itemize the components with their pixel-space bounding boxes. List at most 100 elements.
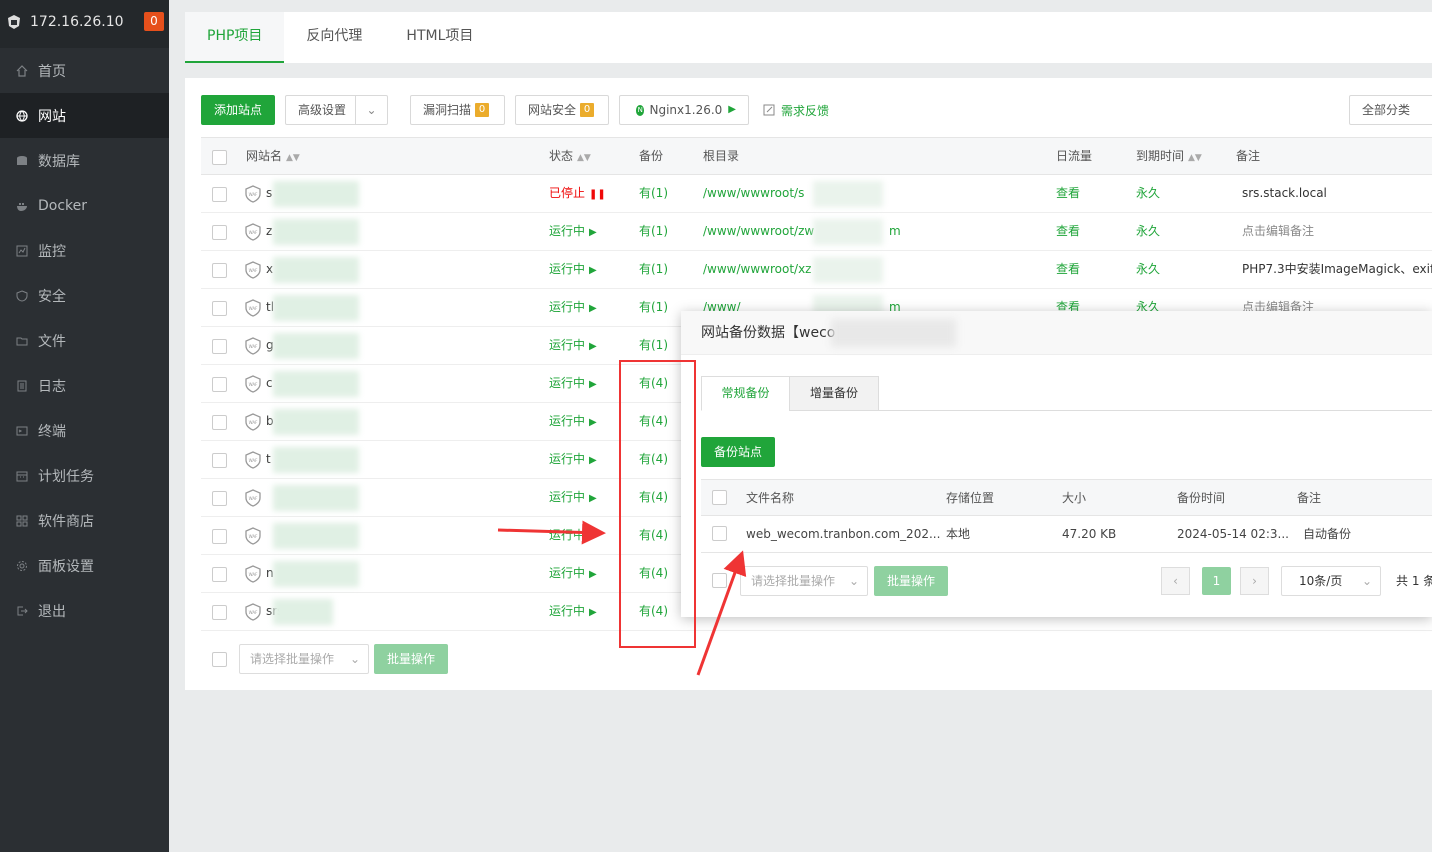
site-traffic[interactable]: 查看 <box>1056 251 1080 289</box>
row-checkbox[interactable] <box>212 415 227 430</box>
pager-prev-button[interactable]: ‹ <box>1161 567 1190 595</box>
waf-shield-icon[interactable]: WAF <box>245 261 261 279</box>
row-checkbox[interactable] <box>212 529 227 544</box>
site-traffic[interactable]: 查看 <box>1056 175 1080 213</box>
advanced-settings-button[interactable]: 高级设置 ⌄ <box>285 95 388 125</box>
site-name[interactable]: s <box>266 175 272 213</box>
site-backup[interactable]: 有(1) <box>639 251 668 289</box>
site-root[interactable]: /www/wwwroot/s <box>703 175 804 213</box>
site-status[interactable]: 运行中 ▶ <box>549 555 597 593</box>
pager-next-button[interactable]: › <box>1240 567 1269 595</box>
sidebar-item-gear[interactable]: 面板设置 <box>0 543 169 588</box>
row-checkbox[interactable] <box>212 567 227 582</box>
bulk-action-select[interactable]: 请选择批量操作 ⌄ <box>239 644 369 674</box>
sidebar-item-logout[interactable]: 退出 <box>0 588 169 633</box>
waf-shield-icon[interactable]: WAF <box>245 489 261 507</box>
feedback-link[interactable]: 需求反馈 <box>763 95 829 125</box>
site-name[interactable]: t <box>266 441 271 479</box>
site-expire[interactable]: 永久 <box>1136 251 1160 289</box>
site-remark[interactable]: PHP7.3中安装ImageMagick、exif <box>1242 251 1432 289</box>
site-status[interactable]: 运行中 ▶ <box>549 327 597 365</box>
waf-shield-icon[interactable]: WAF <box>245 185 261 203</box>
add-site-button[interactable]: 添加站点 <box>201 95 275 125</box>
tab-reverse-proxy[interactable]: 反向代理 <box>284 12 384 63</box>
per-page-select[interactable]: 10条/页 ⌄ <box>1281 566 1381 596</box>
site-name[interactable]: c <box>266 365 273 403</box>
backup-row-checkbox[interactable] <box>712 526 727 541</box>
nginx-version-button[interactable]: N Nginx1.26.0 ▶ <box>619 95 749 125</box>
col-name[interactable]: 网站名 ▲▼ <box>246 138 300 176</box>
backup-filename[interactable]: web_wecom.tranbon.com_202... <box>746 516 940 552</box>
site-expire[interactable]: 永久 <box>1136 175 1160 213</box>
site-backup[interactable]: 有(1) <box>639 213 668 251</box>
backup-site-button[interactable]: 备份站点 <box>701 437 776 467</box>
site-remark[interactable]: 点击编辑备注 <box>1242 213 1432 251</box>
sidebar-item-grid[interactable]: 软件商店 <box>0 498 169 543</box>
tab-regular-backup[interactable]: 常规备份 <box>701 376 790 411</box>
row-checkbox[interactable] <box>212 491 227 506</box>
site-status[interactable]: 运行中 ▶ <box>549 441 597 479</box>
site-status[interactable]: 运行中 ▶ <box>549 213 597 251</box>
site-status[interactable]: 已停止 ❚❚ <box>549 175 606 213</box>
notification-badge[interactable]: 0 <box>144 12 164 31</box>
sidebar-item-globe[interactable]: 网站 <box>0 93 169 138</box>
waf-shield-icon[interactable]: WAF <box>245 337 261 355</box>
site-remark[interactable]: srs.stack.local <box>1242 175 1432 213</box>
site-status[interactable]: 运行中 ▶ <box>549 251 597 289</box>
waf-shield-icon[interactable]: WAF <box>245 299 261 317</box>
backup-select-all-checkbox[interactable] <box>712 490 727 505</box>
waf-shield-icon[interactable]: WAF <box>245 565 261 583</box>
backup-bulk-checkbox[interactable] <box>712 573 727 588</box>
select-all-checkbox[interactable] <box>212 150 227 165</box>
tab-html-project[interactable]: HTML项目 <box>384 12 495 63</box>
backup-bulk-button[interactable]: 批量操作 <box>874 566 949 596</box>
site-status[interactable]: 运行中 ▶ <box>549 517 597 555</box>
sidebar-item-shield[interactable]: 安全 <box>0 273 169 318</box>
waf-shield-icon[interactable]: WAF <box>245 413 261 431</box>
sidebar-item-monitor[interactable]: 监控 <box>0 228 169 273</box>
site-backup[interactable]: 有(1) <box>639 289 668 327</box>
site-backup[interactable]: 有(1) <box>639 175 668 213</box>
site-name[interactable]: z <box>266 213 272 251</box>
bulk-select-checkbox[interactable] <box>212 652 227 667</box>
row-checkbox[interactable] <box>212 187 227 202</box>
sidebar-item-docker[interactable]: Docker <box>0 183 169 228</box>
row-checkbox[interactable] <box>212 263 227 278</box>
sidebar-item-home[interactable]: 首页 <box>0 48 169 93</box>
pager-current-page[interactable]: 1 <box>1202 567 1231 595</box>
waf-shield-icon[interactable]: WAF <box>245 451 261 469</box>
tab-incremental-backup[interactable]: 增量备份 <box>789 376 879 411</box>
bulk-action-button[interactable]: 批量操作 <box>374 644 449 674</box>
sidebar-item-terminal[interactable]: 终端 <box>0 408 169 453</box>
row-checkbox[interactable] <box>212 339 227 354</box>
site-status[interactable]: 运行中 ▶ <box>549 403 597 441</box>
waf-shield-icon[interactable]: WAF <box>245 223 261 241</box>
chevron-down-icon[interactable]: ⌄ <box>355 96 387 124</box>
site-security-button[interactable]: 网站安全 0 <box>515 95 609 125</box>
site-traffic[interactable]: 查看 <box>1056 213 1080 251</box>
site-root[interactable]: /www/wwwroot/zw <box>703 213 814 251</box>
row-checkbox[interactable] <box>212 453 227 468</box>
site-status[interactable]: 运行中 ▶ <box>549 365 597 403</box>
row-checkbox[interactable] <box>212 377 227 392</box>
category-select[interactable]: 全部分类 <box>1349 95 1432 125</box>
row-checkbox[interactable] <box>212 225 227 240</box>
sidebar-item-database[interactable]: 数据库 <box>0 138 169 183</box>
site-status[interactable]: 运行中 ▶ <box>549 289 597 327</box>
vuln-scan-button[interactable]: 漏洞扫描 0 <box>410 95 505 125</box>
tab-php-project[interactable]: PHP项目 <box>185 12 285 63</box>
waf-shield-icon[interactable]: WAF <box>245 603 261 621</box>
sidebar-item-log[interactable]: 日志 <box>0 363 169 408</box>
site-status[interactable]: 运行中 ▶ <box>549 479 597 517</box>
waf-shield-icon[interactable]: WAF <box>245 527 261 545</box>
site-status[interactable]: 运行中 ▶ <box>549 593 597 631</box>
site-expire[interactable]: 永久 <box>1136 213 1160 251</box>
col-status[interactable]: 状态 ▲▼ <box>549 138 591 176</box>
sidebar-item-folder[interactable]: 文件 <box>0 318 169 363</box>
col-expire[interactable]: 到期时间 ▲▼ <box>1136 138 1202 176</box>
sidebar-item-calendar[interactable]: 计划任务 <box>0 453 169 498</box>
waf-shield-icon[interactable]: WAF <box>245 375 261 393</box>
row-checkbox[interactable] <box>212 301 227 316</box>
site-root[interactable]: /www/wwwroot/xz <box>703 251 811 289</box>
row-checkbox[interactable] <box>212 605 227 620</box>
